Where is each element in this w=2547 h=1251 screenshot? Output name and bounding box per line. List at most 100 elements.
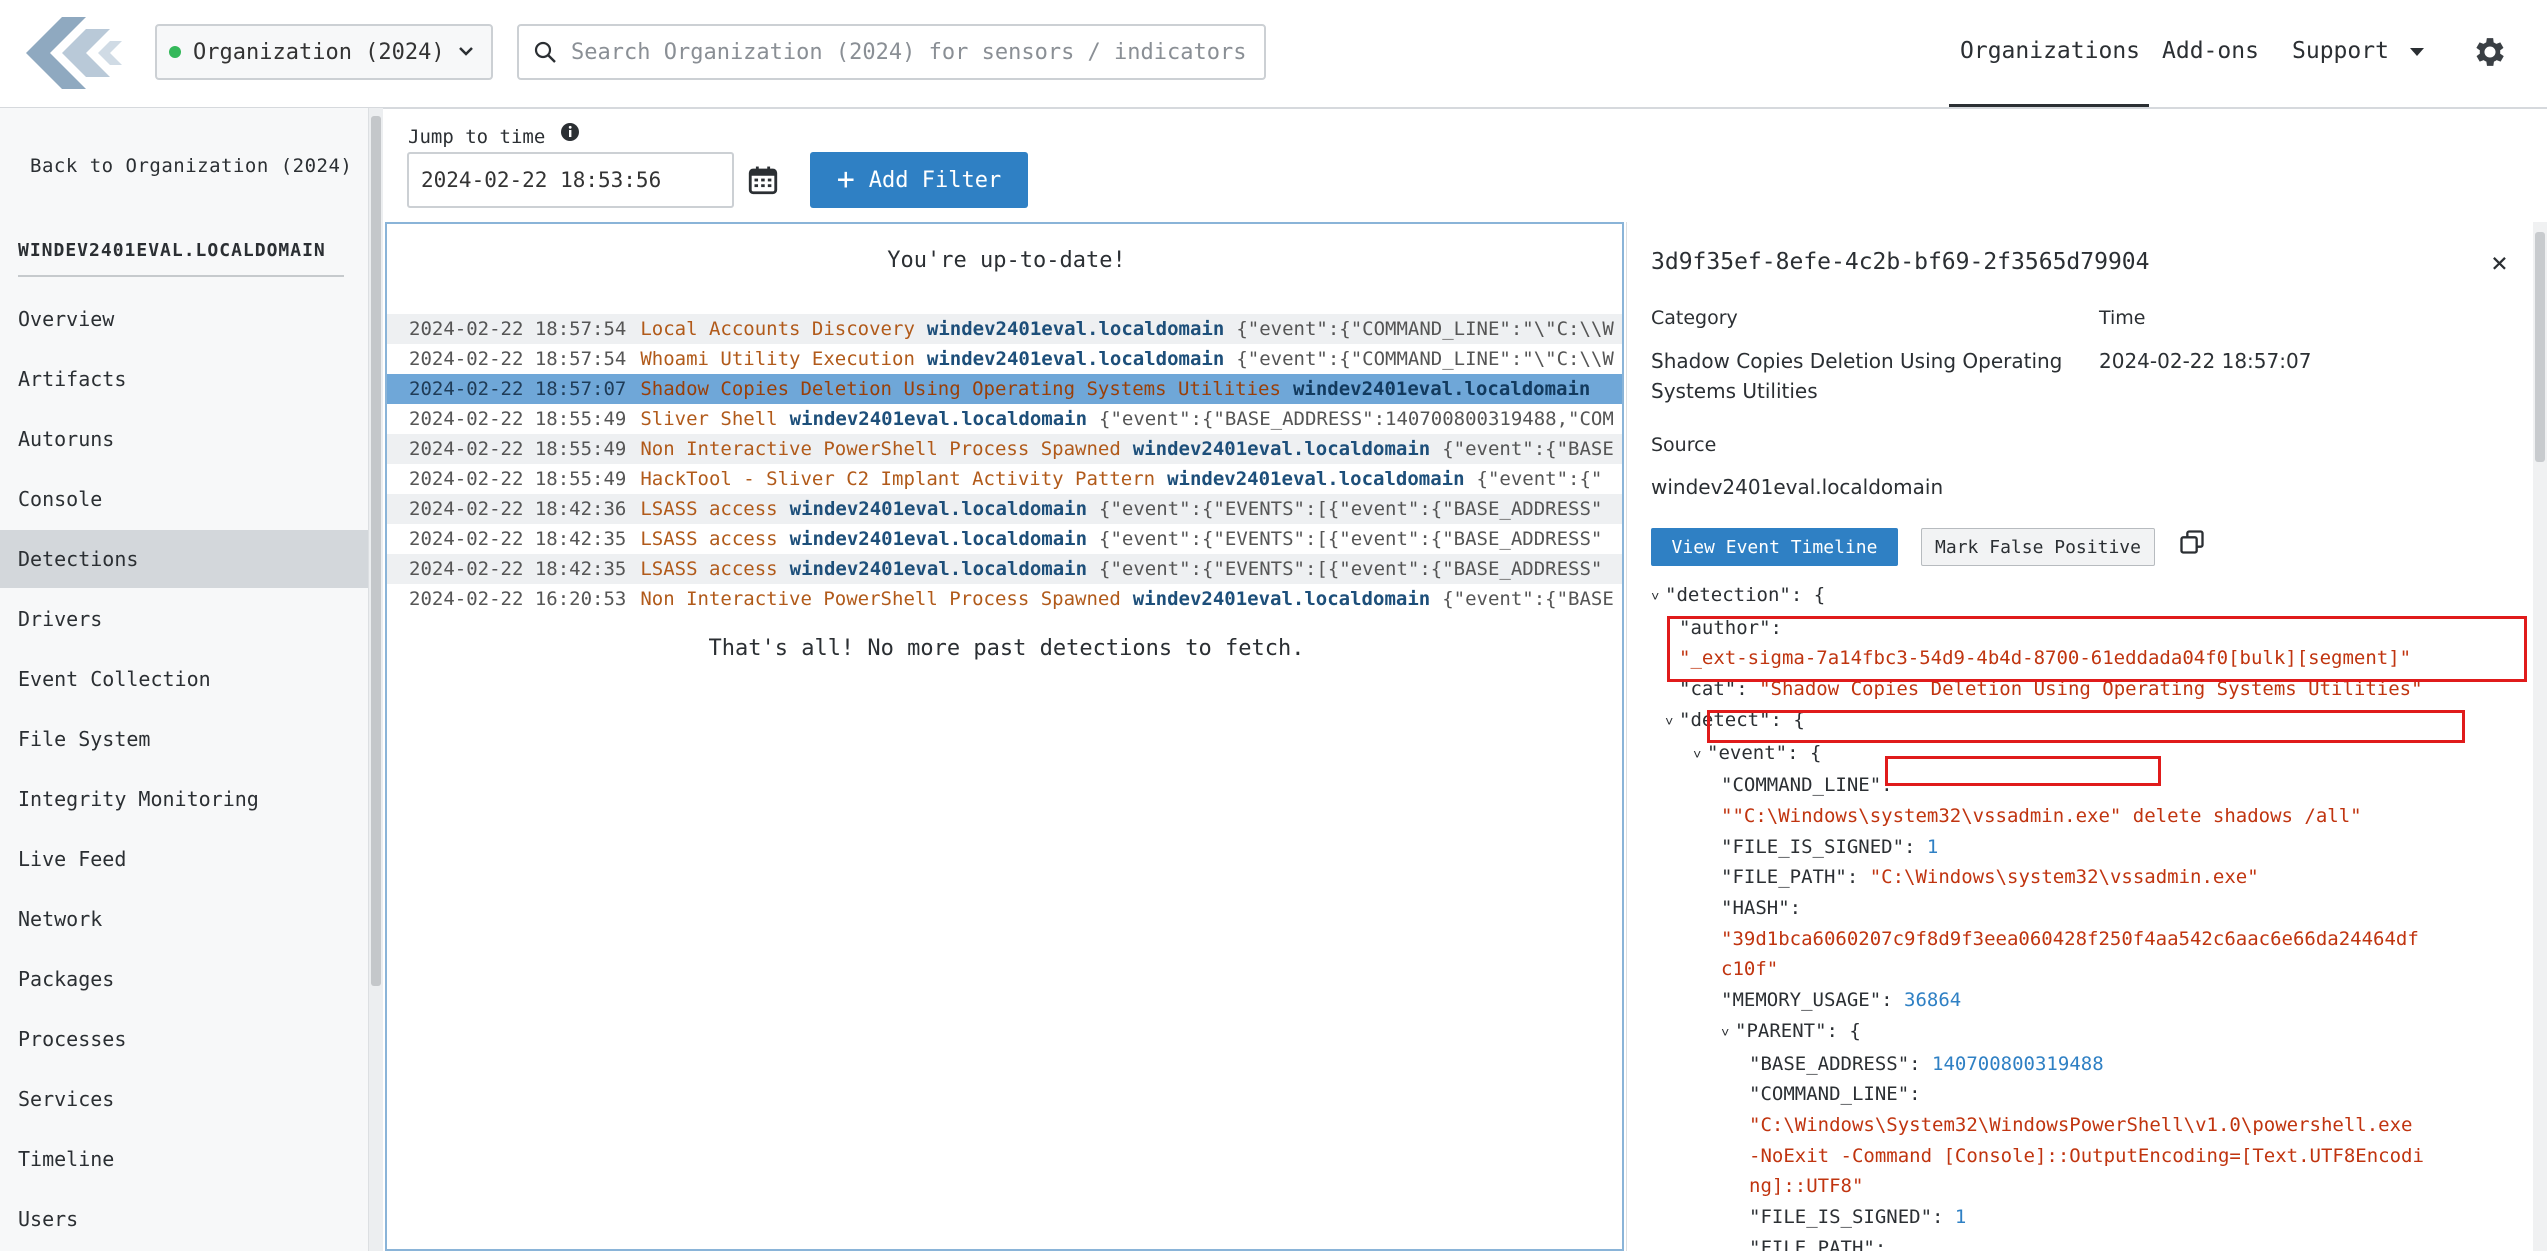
- highlight-box: [1707, 710, 2465, 743]
- detection-timestamp: 2024-02-22 18:42:36: [409, 498, 627, 520]
- detection-hostname: windev2401eval.localdomain: [789, 408, 1088, 430]
- sidebar-item-users[interactable]: Users: [0, 1190, 368, 1248]
- detection-hostname: windev2401eval.localdomain: [789, 528, 1088, 550]
- nav-support[interactable]: Support: [2292, 38, 2425, 64]
- detection-row[interactable]: 2024-02-22 18:57:07 Shadow Copies Deletio…: [387, 374, 1622, 404]
- search-input[interactable]: [569, 38, 1253, 66]
- detection-hostname: windev2401eval.localdomain: [1132, 588, 1431, 610]
- tree-pair-parent-file-is-signed: "FILE_IS_SIGNED": 1: [1749, 1206, 1967, 1229]
- calendar-icon[interactable]: [746, 163, 780, 197]
- detection-event-json: {"event":{"BASE: [1442, 588, 1614, 610]
- status-dot-icon: [169, 46, 181, 58]
- collapse-caret-icon[interactable]: ˅: [1693, 740, 1707, 771]
- detection-category: Whoami Utility Execution: [640, 348, 915, 370]
- sidebar-item-processes[interactable]: Processes: [0, 1010, 368, 1068]
- active-nav-underline: [1949, 104, 2149, 107]
- view-event-timeline-button[interactable]: View Event Timeline: [1651, 528, 1898, 566]
- tree-value-hash-cont: c10f": [1721, 958, 1779, 981]
- detection-category: Local Accounts Discovery: [640, 318, 915, 340]
- tree-key-hash: "HASH":: [1721, 897, 1802, 920]
- add-filter-label: Add Filter: [868, 167, 1002, 193]
- nav-support-label: Support: [2292, 38, 2389, 64]
- detection-row[interactable]: 2024-02-22 18:55:49 Sliver Shell windev240…: [387, 404, 1622, 434]
- detection-category: Shadow Copies Deletion Using Operating S…: [640, 378, 1281, 400]
- sidebar-item-live-feed[interactable]: Live Feed: [0, 830, 368, 888]
- close-icon[interactable]: ×: [2491, 246, 2508, 279]
- add-filter-button[interactable]: + Add Filter: [810, 152, 1028, 208]
- collapse-caret-icon[interactable]: ˅: [1651, 582, 1665, 613]
- info-icon[interactable]: [560, 122, 580, 142]
- detection-hostname: windev2401eval.localdomain: [926, 318, 1225, 340]
- detection-row[interactable]: 2024-02-22 18:57:54 Whoami Utility Execut…: [387, 344, 1622, 374]
- detection-category: Non Interactive PowerShell Process Spawn…: [640, 588, 1121, 610]
- detail-scrollbar-thumb[interactable]: [2535, 232, 2545, 462]
- detection-event-json: {"event":{"BASE: [1442, 438, 1614, 460]
- sidebar-item-drivers[interactable]: Drivers: [0, 590, 368, 648]
- sidebar-item-integrity-monitoring[interactable]: Integrity Monitoring: [0, 770, 368, 828]
- detection-row[interactable]: 2024-02-22 16:20:53 Non Interactive Power…: [387, 584, 1622, 614]
- sidebar-item-autoruns[interactable]: Autoruns: [0, 410, 368, 468]
- sidebar-scrollbar-thumb[interactable]: [371, 116, 381, 986]
- detection-category: Sliver Shell: [640, 408, 778, 430]
- caret-down-icon: [2409, 48, 2424, 56]
- tree-node-parent[interactable]: ˅ "PARENT": {: [1627, 1016, 2534, 1049]
- app-logo[interactable]: [26, 17, 122, 89]
- detection-row[interactable]: 2024-02-22 18:55:49 Non Interactive Power…: [387, 434, 1622, 464]
- chevron-down-icon: [459, 47, 473, 56]
- sidebar-item-overview[interactable]: Overview: [0, 290, 368, 348]
- detail-scrollbar[interactable]: [2533, 222, 2547, 1251]
- end-of-list-message: That's all! No more past detections to f…: [708, 636, 1305, 661]
- sidebar-item-detections[interactable]: Detections: [0, 530, 368, 588]
- detection-timestamp: 2024-02-22 18:55:49: [409, 468, 627, 490]
- sidebar-item-timeline[interactable]: Timeline: [0, 1130, 368, 1188]
- settings-gear-icon[interactable]: [2471, 33, 2509, 71]
- nav-addons[interactable]: Add-ons: [2162, 38, 2259, 64]
- collapse-caret-icon[interactable]: ˅: [1721, 1018, 1735, 1049]
- back-to-organization-link[interactable]: Back to Organization (2024): [30, 155, 352, 177]
- sidebar-item-packages[interactable]: Packages: [0, 950, 368, 1008]
- collapse-caret-icon[interactable]: ˅: [1665, 707, 1679, 738]
- organization-selector[interactable]: Organization (2024): [155, 24, 493, 80]
- sidebar-item-artifacts[interactable]: Artifacts: [0, 350, 368, 408]
- detection-row[interactable]: 2024-02-22 18:55:49 HackTool - Sliver C2 …: [387, 464, 1622, 494]
- detection-row[interactable]: 2024-02-22 18:57:54 Local Accounts Discov…: [387, 314, 1622, 344]
- detection-detail-panel: 3d9f35ef-8efe-4c2b-bf69-2f3565d79904 × C…: [1626, 222, 2534, 1251]
- tree-value-parent-command-line-cont: -NoExit -Command [Console]::OutputEncodi…: [1749, 1144, 2424, 1167]
- detection-timestamp: 2024-02-22 18:55:49: [409, 438, 627, 460]
- detection-hostname: windev2401eval.localdomain: [1167, 468, 1465, 490]
- detection-event-json: {"event":{"EVENTS":[{"event":{"BASE_ADDR…: [1099, 528, 1603, 550]
- tree-value-parent-command-line: "C:\Windows\System32\WindowsPowerShell\v…: [1749, 1113, 2413, 1136]
- nav-organizations[interactable]: Organizations: [1960, 38, 2140, 64]
- plus-icon: +: [836, 162, 855, 197]
- mark-false-positive-button[interactable]: Mark False Positive: [1921, 528, 2155, 566]
- tree-pair-base-address: "BASE_ADDRESS": 140700800319488: [1749, 1052, 2104, 1075]
- tree-pair-file-is-signed: "FILE_IS_SIGNED": 1: [1721, 835, 1939, 858]
- top-bar: Organization (2024) Organizations Add-on…: [0, 0, 2547, 109]
- detection-timestamp: 2024-02-22 18:57:07: [409, 378, 627, 400]
- tree-node-detection[interactable]: ˅ "detection": {: [1627, 580, 2534, 613]
- detection-row[interactable]: 2024-02-22 18:42:35 LSASS access windev240…: [387, 554, 1622, 584]
- tree-pair-memory-usage: "MEMORY_USAGE": 36864: [1721, 989, 1962, 1012]
- detection-row[interactable]: 2024-02-22 18:42:36 LSASS access windev240…: [387, 494, 1622, 524]
- search-bar[interactable]: [517, 24, 1266, 80]
- detection-row[interactable]: 2024-02-22 18:42:35 LSASS access windev240…: [387, 524, 1622, 554]
- detection-event-json: {"event":{": [1476, 468, 1603, 490]
- detection-timestamp: 2024-02-22 16:20:53: [409, 588, 627, 610]
- detection-timestamp: 2024-02-22 18:57:54: [409, 318, 627, 340]
- sidebar-scrollbar[interactable]: [369, 108, 383, 1251]
- detection-event-json: {"event":{"EVENTS":[{"event":{"BASE_ADDR…: [1099, 558, 1603, 580]
- detection-hostname: windev2401eval.localdomain: [1132, 438, 1431, 460]
- copy-icon[interactable]: [2178, 528, 2206, 556]
- jump-to-time-input[interactable]: [407, 152, 734, 208]
- highlight-box: [1885, 756, 2161, 786]
- sidebar-item-console[interactable]: Console: [0, 470, 368, 528]
- time-value: 2024-02-22 18:57:07: [2099, 349, 2312, 373]
- sidebar-item-file-system[interactable]: File System: [0, 710, 368, 768]
- search-icon: [534, 41, 556, 63]
- detection-category: LSASS access: [640, 528, 778, 550]
- source-value[interactable]: windev2401eval.localdomain: [1651, 472, 1943, 502]
- sidebar-item-services[interactable]: Services: [0, 1070, 368, 1128]
- sidebar-item-network[interactable]: Network: [0, 890, 368, 948]
- sidebar-item-event-collection[interactable]: Event Collection: [0, 650, 368, 708]
- detections-list-panel: You're up-to-date! 2024-02-22 18:57:54 Lo…: [385, 222, 1624, 1251]
